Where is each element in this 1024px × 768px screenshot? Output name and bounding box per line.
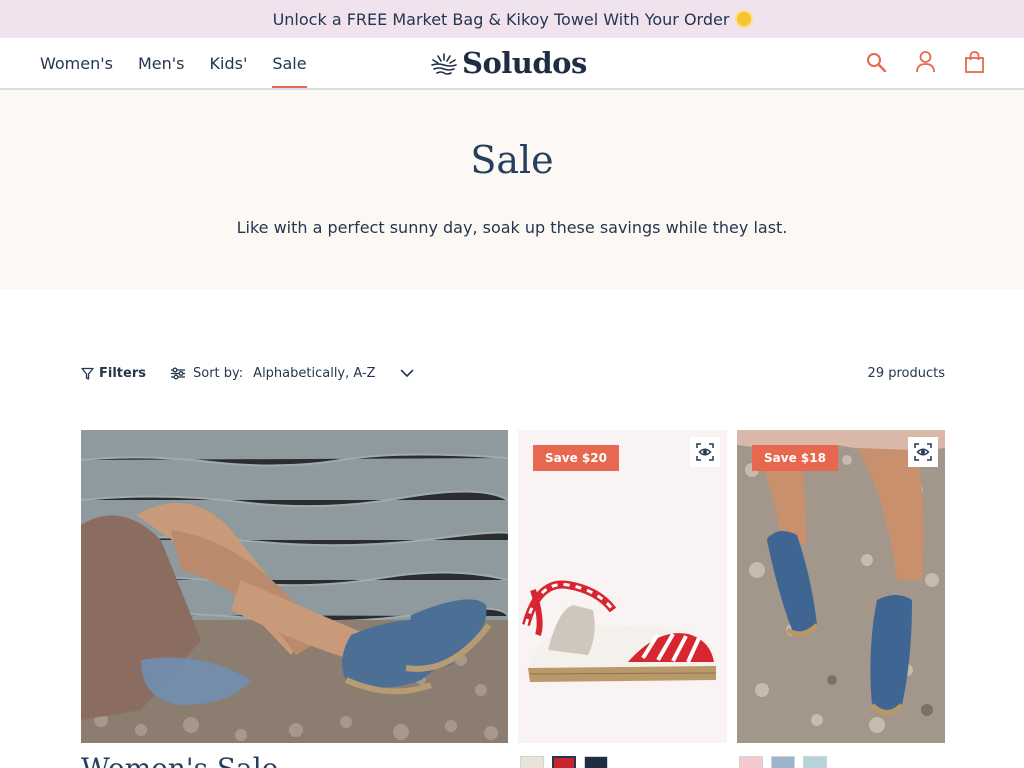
nav-item-mens[interactable]: Men's [138, 38, 185, 88]
chevron-down-icon[interactable] [400, 369, 414, 378]
site-logo[interactable]: Soludos [430, 46, 587, 80]
color-swatch[interactable] [584, 756, 608, 768]
product-card-image[interactable]: Save $20 [518, 430, 727, 743]
sliders-icon [171, 367, 185, 380]
quick-view-button[interactable] [908, 437, 938, 467]
search-icon[interactable] [865, 50, 888, 74]
announcement-text: Unlock a FREE Market Bag & Kikoy Towel W… [272, 9, 730, 29]
sort-value: Alphabetically, A-Z [253, 366, 376, 381]
logo-wordmark: Soludos [462, 46, 587, 80]
eye-scan-icon [914, 443, 932, 461]
collection-hero-image[interactable] [81, 430, 508, 743]
account-icon[interactable] [914, 50, 937, 74]
site-header: Women's Men's Kids' Sale Soludos [0, 38, 1024, 90]
sun-logo-icon [431, 53, 457, 75]
filters-label: Filters [99, 366, 146, 381]
filter-funnel-icon [81, 367, 94, 380]
filters-button[interactable]: Filters [81, 366, 146, 381]
color-swatch[interactable] [520, 756, 544, 768]
color-swatch[interactable] [739, 756, 763, 768]
announcement-bar[interactable]: Unlock a FREE Market Bag & Kikoy Towel W… [0, 0, 1024, 38]
eye-scan-icon [696, 443, 714, 461]
sun-icon [737, 12, 752, 26]
nav-item-sale[interactable]: Sale [272, 38, 307, 88]
collection-toolbar: Filters Sort by: Alphabetically, A-Z 29 … [81, 366, 945, 386]
collection-title[interactable]: Women's Sale [81, 752, 278, 768]
sort-select[interactable]: Sort by: Alphabetically, A-Z [170, 366, 414, 381]
sale-badge: Save $18 [752, 445, 838, 471]
quick-view-button[interactable] [690, 437, 720, 467]
header-actions [865, 50, 986, 74]
nav-item-womens[interactable]: Women's [40, 38, 113, 88]
sale-badge: Save $20 [533, 445, 619, 471]
striped-espadrille-photo [522, 580, 717, 682]
main-nav: Women's Men's Kids' Sale [40, 38, 332, 88]
color-swatch[interactable] [771, 756, 795, 768]
gravel-espadrille-photo [737, 430, 945, 743]
cart-icon[interactable] [963, 50, 986, 74]
beach-lifestyle-photo [81, 430, 508, 743]
sort-label: Sort by: [193, 366, 244, 381]
hero-banner: Sale Like with a perfect sunny day, soak… [0, 90, 1024, 289]
color-swatches [739, 756, 827, 768]
page-title: Sale [470, 138, 554, 182]
nav-item-kids[interactable]: Kids' [210, 38, 248, 88]
product-count: 29 products [867, 366, 945, 381]
color-swatch[interactable] [552, 756, 576, 768]
page-subtitle: Like with a perfect sunny day, soak up t… [236, 218, 788, 237]
color-swatches [520, 756, 608, 768]
product-card-image[interactable]: Save $18 [737, 430, 945, 743]
color-swatch[interactable] [803, 756, 827, 768]
